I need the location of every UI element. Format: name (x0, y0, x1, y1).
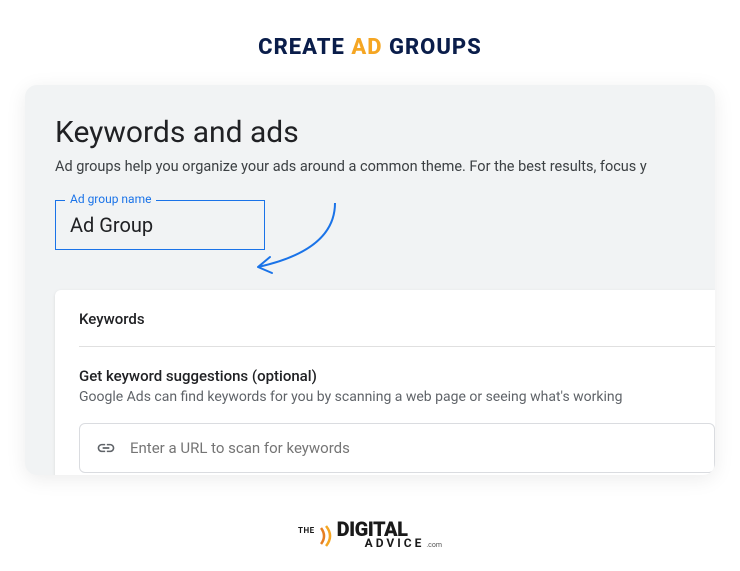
ad-group-name-field-wrap: Ad group name (55, 200, 265, 250)
ad-group-name-input[interactable] (55, 200, 265, 250)
section-description: Ad groups help you organize your ads aro… (55, 158, 715, 175)
url-scan-placeholder: Enter a URL to scan for keywords (130, 439, 350, 457)
link-icon (96, 438, 116, 458)
logo-com-text: .com (426, 542, 442, 548)
screenshot-panel: Keywords and ads Ad groups help you orga… (25, 85, 715, 475)
keywords-card-title: Keywords (79, 310, 715, 347)
keywords-card: Keywords Get keyword suggestions (option… (55, 290, 715, 475)
page-title: CREATE AD GROUPS (0, 0, 740, 85)
logo-the: THE (298, 526, 315, 535)
title-accent: AD (351, 35, 382, 60)
logo-waves-icon (317, 524, 337, 548)
section-heading: Keywords and ads (55, 115, 715, 150)
footer-logo: THE DIGITAL ADVICE .com (298, 520, 442, 551)
logo-advice-text: ADVICE (365, 538, 425, 549)
title-part1: CREATE (258, 35, 351, 60)
keyword-suggestions-description: Google Ads can find keywords for you by … (79, 389, 715, 405)
keyword-suggestions-title: Get keyword suggestions (optional) (79, 367, 715, 385)
title-part2: GROUPS (382, 35, 481, 60)
ad-group-name-label: Ad group name (65, 192, 156, 206)
url-scan-input[interactable]: Enter a URL to scan for keywords (79, 423, 715, 473)
